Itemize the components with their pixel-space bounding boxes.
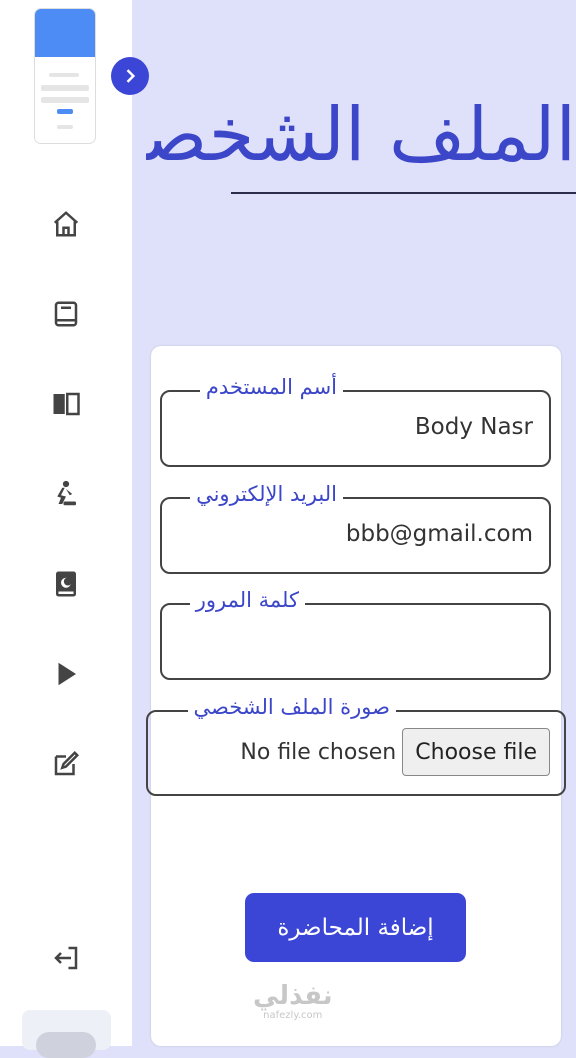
sidebar-toggle-button[interactable] (111, 57, 149, 95)
email-label: البريد الإلكتروني (190, 482, 343, 506)
book-icon[interactable] (50, 298, 82, 330)
add-lecture-button[interactable]: إضافة المحاضرة (245, 893, 466, 962)
play-icon[interactable] (50, 658, 82, 690)
chevron-right-icon (126, 69, 136, 83)
home-icon[interactable] (50, 208, 82, 240)
file-input[interactable]: No file chosen Choose file (240, 728, 550, 776)
watermark-arabic: نفذلي (253, 981, 333, 1011)
open-book-icon[interactable] (50, 388, 82, 420)
thumbnail-line (41, 85, 89, 91)
thumbnail-header (35, 9, 95, 57)
profile-form-card: أسم المستخدم Body Nasr البريد الإلكتروني… (146, 346, 566, 1046)
username-value: Body Nasr (414, 414, 533, 440)
username-field[interactable]: أسم المستخدم Body Nasr (160, 375, 551, 467)
sidebar (0, 0, 132, 1058)
email-field[interactable]: البريد الإلكتروني bbb@gmail.com (160, 482, 551, 574)
email-value: bbb@gmail.com (345, 521, 533, 547)
watermark-url: nafezly.com (263, 1010, 323, 1021)
edit-icon[interactable] (50, 748, 82, 780)
quran-icon[interactable] (50, 568, 82, 600)
prayer-icon[interactable] (50, 478, 82, 510)
choose-file-button[interactable]: Choose file (402, 728, 550, 776)
username-label: أسم المستخدم (199, 375, 343, 399)
logout-icon[interactable] (50, 942, 82, 974)
password-label: كلمة المرور (189, 588, 305, 612)
title-divider (231, 192, 576, 194)
photo-label: صورة الملف الشخصي (187, 695, 396, 719)
password-field[interactable]: كلمة المرور (160, 588, 551, 680)
toggle-knob (36, 1032, 96, 1058)
preview-thumbnail[interactable] (35, 9, 95, 143)
thumbnail-line (57, 109, 73, 114)
thumbnail-line (57, 125, 73, 129)
theme-toggle[interactable] (22, 1010, 111, 1058)
thumbnail-line (41, 97, 89, 103)
page-title: الملف الشخصي (146, 92, 576, 178)
photo-field[interactable]: صورة الملف الشخصي No file chosen Choose … (146, 695, 566, 796)
watermark-logo: نفذلي nafezly.com (253, 982, 333, 1021)
thumbnail-line (49, 73, 79, 77)
file-status: No file chosen (240, 739, 397, 765)
